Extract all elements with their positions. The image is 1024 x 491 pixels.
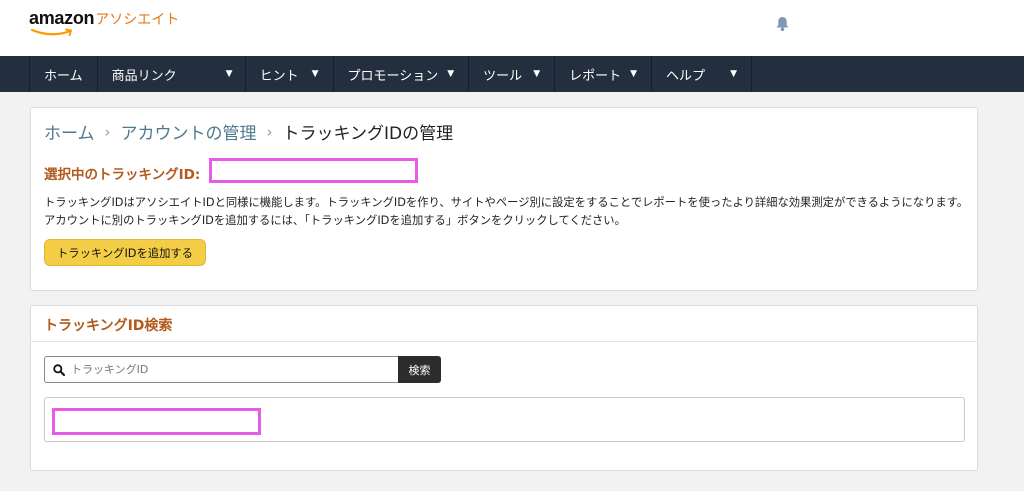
logo-suffix: アソシエイト	[95, 12, 180, 28]
caret-down-icon: ▼	[447, 69, 455, 79]
search-box	[44, 356, 398, 383]
breadcrumb-account-link[interactable]: アカウントの管理	[121, 119, 257, 144]
smile-arrow-icon	[30, 28, 73, 36]
nav-label: 商品リンク	[111, 68, 177, 84]
logo-word: amazon	[29, 8, 95, 28]
tracking-id-search-panel: トラッキングID検索 検索	[30, 305, 978, 471]
breadcrumb-separator: ›	[266, 122, 273, 141]
caret-down-icon: ▼	[225, 69, 233, 79]
nav-label: ホーム	[44, 68, 83, 84]
search-button[interactable]: 検索	[398, 356, 441, 383]
main-nav: ホーム 商品リンク ▼ ヒント ▼ プロモーション ▼ ツール ▼ レポート ▼ ヘルプ ▼	[0, 56, 1024, 92]
nav-item-hints[interactable]: ヒント ▼	[246, 56, 334, 92]
nav-item-help[interactable]: ヘルプ ▼	[652, 56, 752, 92]
nav-label: プロモーション	[347, 68, 439, 84]
page-title: トラッキングIDの管理	[282, 124, 454, 144]
caret-down-icon: ▼	[630, 69, 638, 79]
selected-tracking-id-label: 選択中のトラッキングID:	[44, 167, 201, 183]
breadcrumb-home-link[interactable]: ホーム	[44, 119, 95, 144]
top-header: amazonアソシエイト	[0, 0, 1024, 56]
search-panel-header: トラッキングID検索	[31, 306, 977, 342]
breadcrumb: ホーム › アカウントの管理 › トラッキングIDの管理	[44, 119, 454, 145]
search-input[interactable]	[71, 363, 371, 376]
amazon-associates-logo[interactable]: amazonアソシエイト	[29, 8, 180, 36]
nav-item-product-links[interactable]: 商品リンク ▼	[98, 56, 246, 92]
nav-item-tools[interactable]: ツール ▼	[469, 56, 556, 92]
selected-tracking-id-highlight	[209, 158, 418, 183]
nav-item-promotion[interactable]: プロモーション ▼	[334, 56, 470, 92]
nav-item-home[interactable]: ホーム	[30, 56, 98, 92]
add-tracking-id-button[interactable]: トラッキングIDを追加する	[44, 239, 206, 266]
search-results-box	[44, 397, 965, 442]
tracking-id-management-panel: ホーム › アカウントの管理 › トラッキングIDの管理 選択中のトラッキングI…	[30, 107, 978, 291]
nav-list: ホーム 商品リンク ▼ ヒント ▼ プロモーション ▼ ツール ▼ レポート ▼ ヘルプ ▼	[29, 56, 752, 92]
tracking-id-description: トラッキングIDはアソシエイトIDと同様に機能します。トラッキングIDを作り、サ…	[44, 196, 969, 227]
nav-label: ツール	[483, 68, 523, 84]
search-panel-title: トラッキングID検索	[44, 318, 173, 334]
breadcrumb-separator: ›	[104, 122, 111, 141]
nav-label: レポート	[569, 68, 622, 84]
nav-label: ヘルプ	[666, 68, 706, 84]
caret-down-icon: ▼	[730, 69, 737, 79]
caret-down-icon: ▼	[533, 69, 541, 79]
bell-icon[interactable]	[775, 16, 790, 32]
nav-label: ヒント	[259, 68, 299, 84]
nav-item-reports[interactable]: レポート ▼	[555, 56, 653, 92]
search-icon	[53, 363, 65, 376]
caret-down-icon: ▼	[311, 69, 319, 79]
tracking-id-result-highlight[interactable]	[52, 408, 261, 435]
